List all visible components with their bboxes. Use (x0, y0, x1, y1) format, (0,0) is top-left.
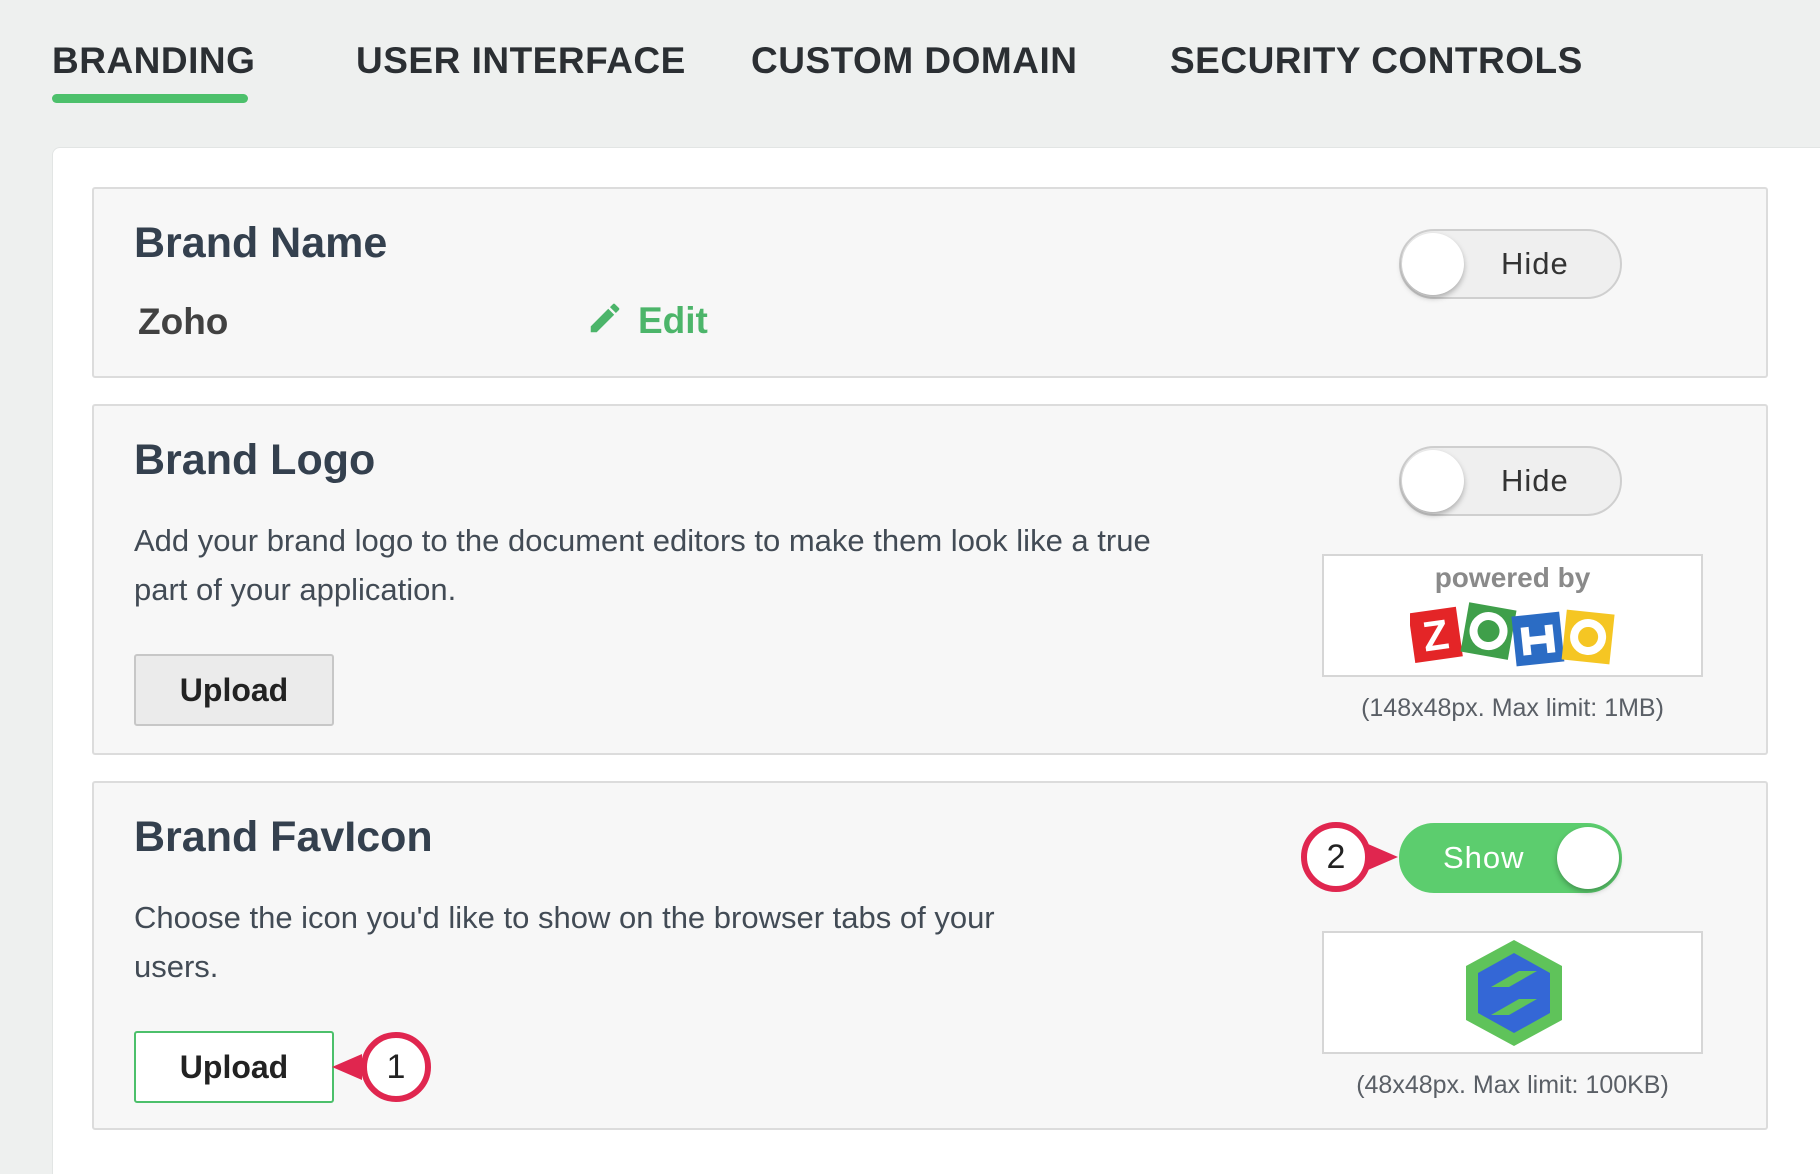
tab-custom-domain[interactable]: CUSTOM DOMAIN (751, 40, 1077, 82)
brand-logo-upload-button[interactable]: Upload (134, 654, 334, 726)
edit-brand-name-button[interactable]: Edit (586, 299, 708, 342)
brand-favicon-preview (1322, 931, 1703, 1054)
toggle-label: Hide (1501, 463, 1569, 498)
brand-favicon-description: Choose the icon you'd like to show on th… (134, 900, 995, 984)
toggle-knob (1402, 233, 1464, 295)
brand-logo-title: Brand Logo (134, 436, 376, 484)
step-marker-2: 2 (1301, 822, 1371, 892)
toggle-label: Hide (1501, 246, 1569, 281)
brand-favicon-size-caption: (48x48px. Max limit: 100KB) (1356, 1071, 1669, 1099)
brand-name-title: Brand Name (134, 219, 388, 267)
tab-user-interface[interactable]: USER INTERFACE (356, 40, 686, 82)
powered-by-text: powered by (1434, 562, 1591, 593)
toggle-label: Show (1443, 840, 1525, 875)
brand-name-value: Zoho (138, 301, 229, 342)
brand-logo-card: Brand Logo Add your brand logo to the do… (92, 404, 1768, 755)
zoho-logo: Z (1410, 602, 1615, 667)
brand-favicon-upload-button[interactable]: Upload (134, 1031, 334, 1103)
brand-logo-size-caption: (148x48px. Max limit: 1MB) (1361, 694, 1664, 722)
step-marker-1: 1 (361, 1032, 431, 1102)
toggle-knob (1557, 827, 1619, 889)
tab-bar: BRANDING USER INTERFACE CUSTOM DOMAIN SE… (0, 0, 1820, 140)
brand-favicon-visibility-toggle[interactable]: Show (1399, 823, 1622, 893)
brand-favicon-title: Brand FavIcon (134, 813, 433, 861)
brand-logo-preview: powered by Z (1322, 554, 1703, 677)
pencil-icon (586, 299, 624, 342)
marker-1-arrow (332, 1054, 362, 1080)
active-tab-indicator (52, 94, 248, 103)
brand-name-visibility-toggle[interactable]: Hide (1399, 229, 1622, 299)
hexagon-logo-icon (1466, 940, 1562, 1046)
edit-label: Edit (638, 299, 708, 341)
tab-security-controls[interactable]: SECURITY CONTROLS (1170, 40, 1583, 82)
brand-logo-visibility-toggle[interactable]: Hide (1399, 446, 1622, 516)
brand-logo-description: Add your brand logo to the document edit… (134, 523, 1151, 607)
marker-2-arrow (1368, 844, 1398, 870)
toggle-knob (1402, 450, 1464, 512)
tab-branding[interactable]: BRANDING (52, 40, 255, 82)
brand-name-card: Brand Name Zoho Edit Hide (92, 187, 1768, 378)
